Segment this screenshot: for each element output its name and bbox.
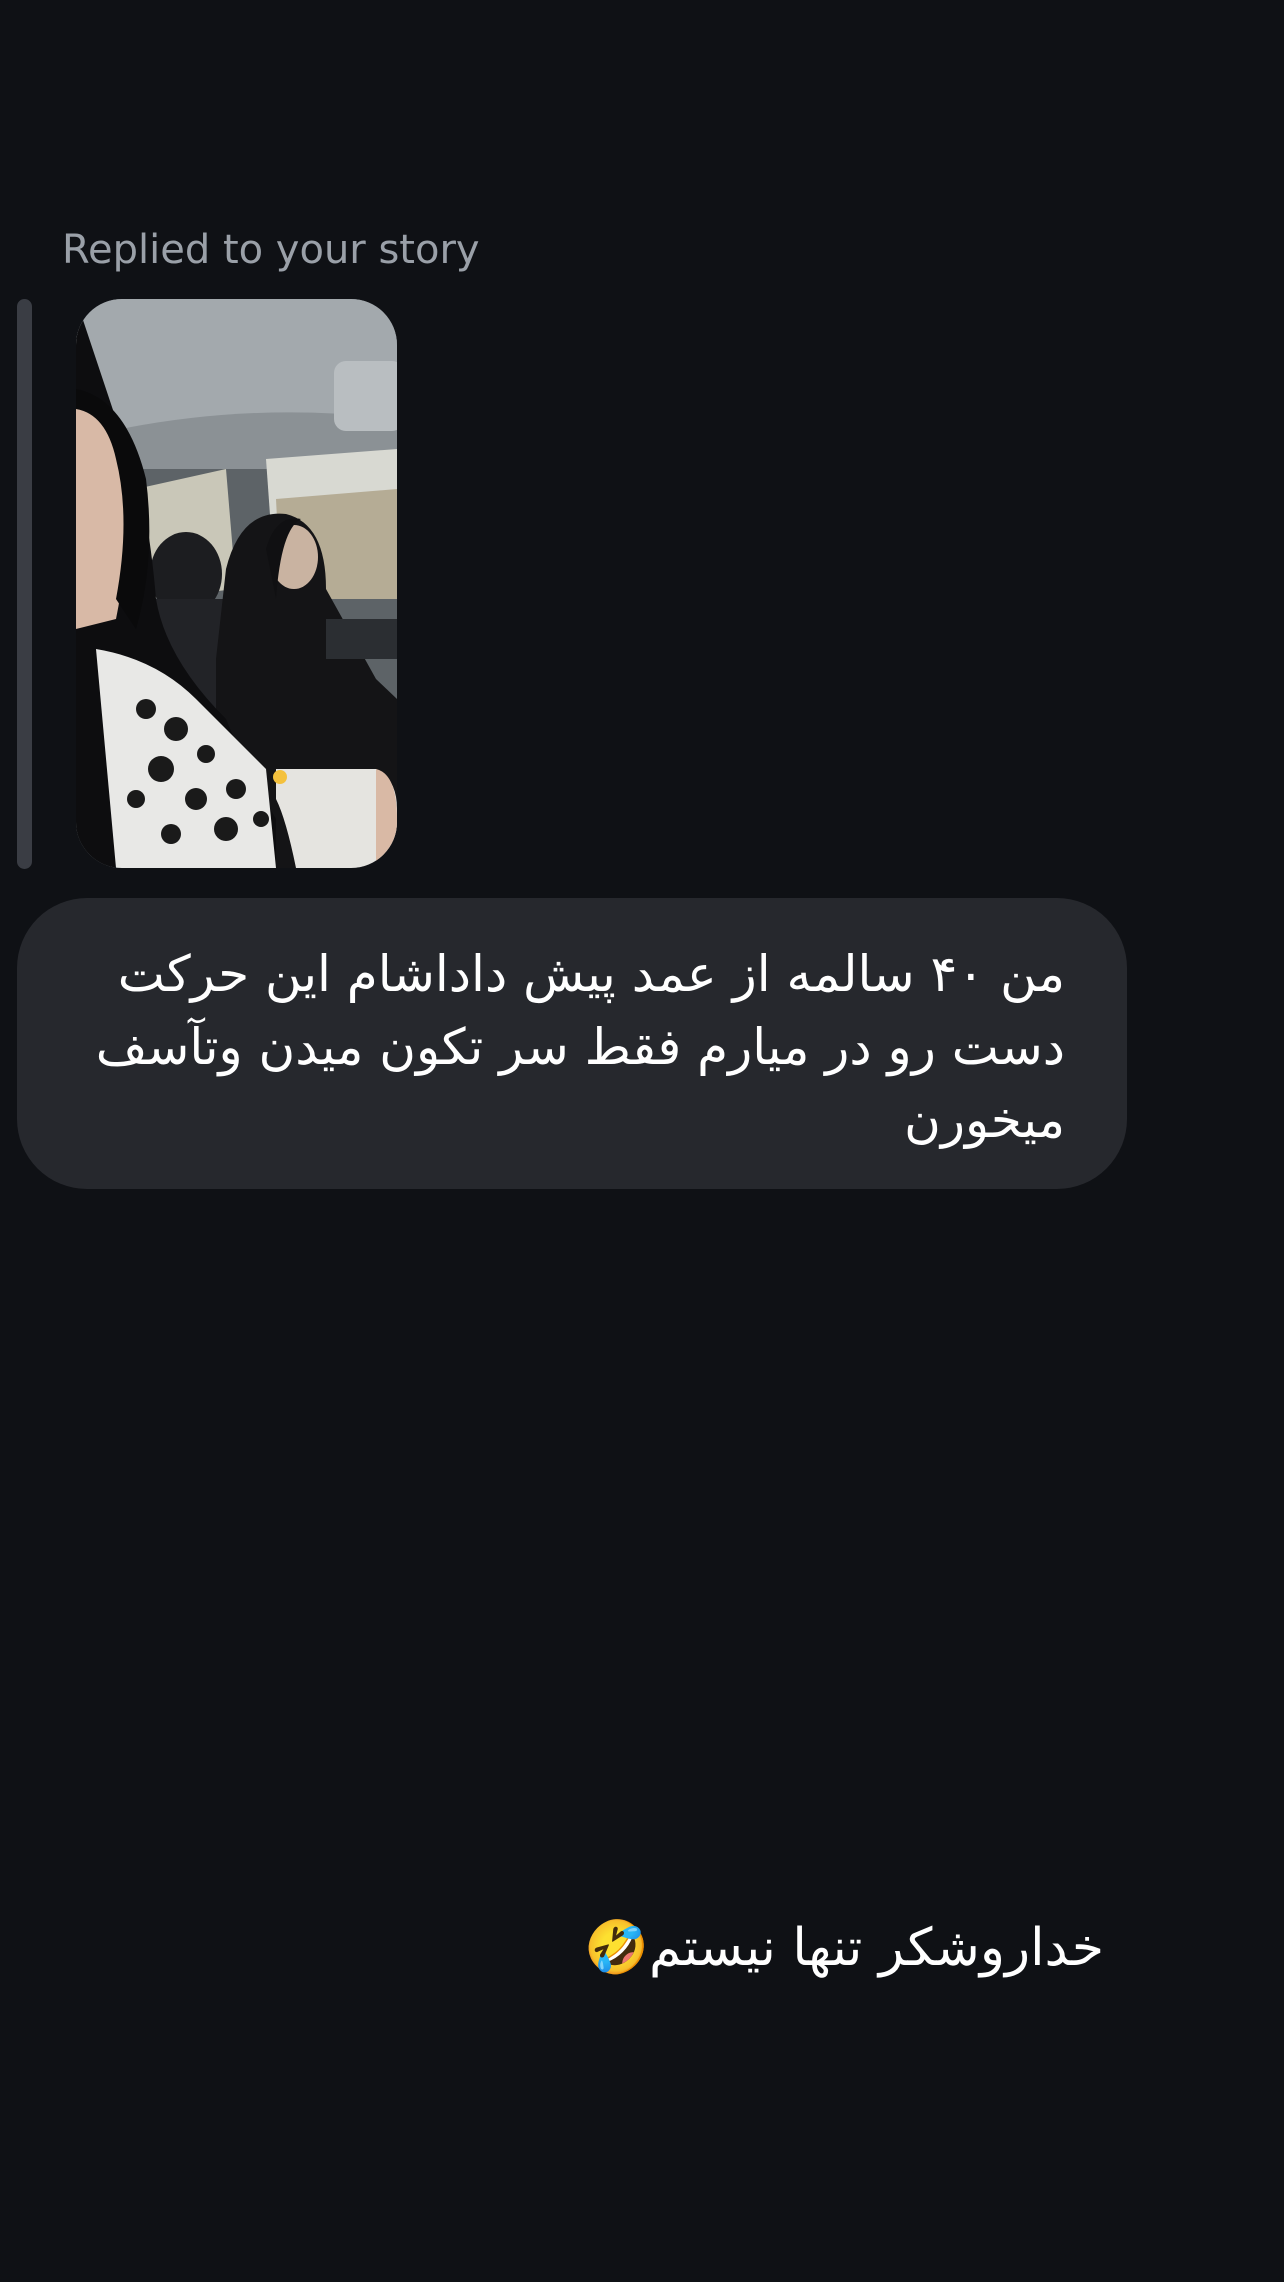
replied-to-story-label: Replied to your story: [62, 227, 480, 273]
incoming-message-bubble[interactable]: من ۴۰ سالمه از عمد پیش داداشام این حرکت …: [17, 898, 1127, 1189]
outgoing-message-text[interactable]: خداروشکر تنها نیستم🤣: [584, 1912, 1104, 1984]
incoming-message-text: من ۴۰ سالمه از عمد پیش داداشام این حرکت …: [95, 945, 1065, 1149]
story-photo-thumbnail-icon: [76, 299, 397, 868]
story-thumbnail[interactable]: [76, 299, 397, 868]
reply-indicator-bar: [17, 299, 32, 869]
